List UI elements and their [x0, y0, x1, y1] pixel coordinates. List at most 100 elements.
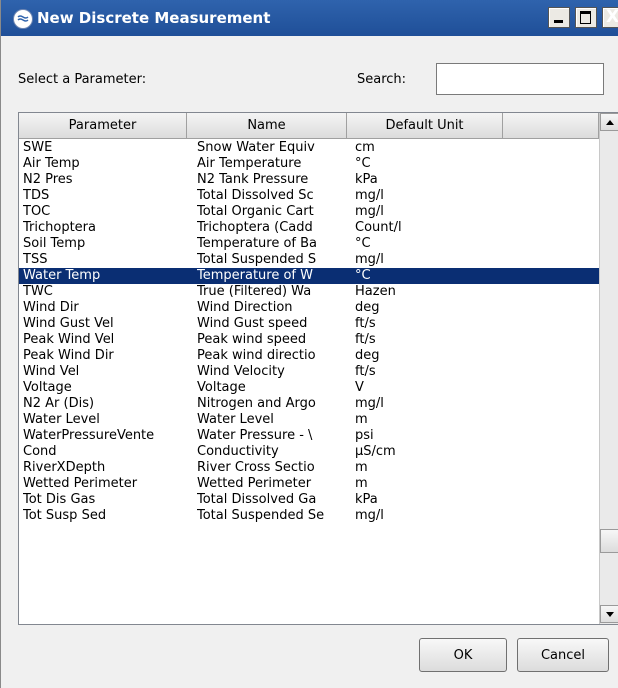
cell-default-unit: mg/l — [355, 188, 384, 203]
cell-name: River Cross Sectio — [197, 460, 315, 475]
table-row[interactable]: Soil Temp Temperature of Ba °C — [19, 236, 599, 252]
cell-name: Total Organic Cart — [197, 204, 314, 219]
cell-parameter: Water Temp — [23, 268, 101, 283]
cell-default-unit: ft/s — [355, 316, 376, 331]
cell-name: Wetted Perimeter — [197, 476, 312, 491]
cell-name: Trichoptera (Cadd — [197, 220, 313, 235]
table-row[interactable]: Water Temp Temperature of W °C — [19, 268, 599, 284]
window-title: New Discrete Measurement — [37, 9, 271, 27]
table-row[interactable]: Air Temp Air Temperature °C — [19, 156, 599, 172]
cell-name: Air Temperature — [197, 156, 302, 171]
cell-name: Wind Gust speed — [197, 316, 308, 331]
cell-default-unit: deg — [355, 348, 380, 363]
grid-header: Parameter Name Default Unit — [19, 113, 599, 139]
cell-parameter: Tot Dis Gas — [23, 492, 96, 507]
scroll-down-button[interactable] — [600, 605, 618, 623]
cell-parameter: Wind Dir — [23, 300, 79, 315]
cell-default-unit: deg — [355, 300, 380, 315]
cell-default-unit: ft/s — [355, 332, 376, 347]
table-row[interactable]: Wind Dir Wind Direction deg — [19, 300, 599, 316]
close-button[interactable]: X — [602, 7, 618, 28]
cancel-button[interactable]: Cancel — [517, 638, 609, 672]
dialog-window: New Discrete Measurement X Select a Para… — [0, 0, 618, 688]
column-header-default-unit[interactable]: Default Unit — [347, 113, 503, 139]
cell-name: Voltage — [197, 380, 246, 395]
cell-default-unit: °C — [355, 156, 371, 171]
cell-parameter: Wind Vel — [23, 364, 80, 379]
table-row[interactable]: N2 Ar (Dis) Nitrogen and Argo mg/l — [19, 396, 599, 412]
table-row[interactable]: Tot Susp Sed Total Suspended Se mg/l — [19, 508, 599, 524]
cell-default-unit: °C — [355, 236, 371, 251]
cell-parameter: Peak Wind Vel — [23, 332, 115, 347]
table-row[interactable]: RiverXDepth River Cross Sectio m — [19, 460, 599, 476]
vertical-scrollbar[interactable] — [599, 113, 618, 624]
cell-parameter: N2 Pres — [23, 172, 73, 187]
table-row[interactable]: WaterPressureVente Water Pressure - \ psi — [19, 428, 599, 444]
cell-default-unit: V — [355, 380, 364, 395]
cell-name: Wind Direction — [197, 300, 293, 315]
cell-default-unit: mg/l — [355, 204, 384, 219]
column-header-parameter[interactable]: Parameter — [19, 113, 187, 139]
cell-default-unit: kPa — [355, 172, 378, 187]
table-row[interactable]: TOC Total Organic Cart mg/l — [19, 204, 599, 220]
table-row[interactable]: Voltage Voltage V — [19, 380, 599, 396]
cell-default-unit: mg/l — [355, 252, 384, 267]
title-bar[interactable]: New Discrete Measurement X — [1, 0, 618, 36]
table-row[interactable]: Peak Wind Vel Peak wind speed ft/s — [19, 332, 599, 348]
cell-name: Total Dissolved Ga — [197, 492, 317, 507]
table-row[interactable]: Trichoptera Trichoptera (Cadd Count/l — [19, 220, 599, 236]
table-row[interactable]: TSS Total Suspended S mg/l — [19, 252, 599, 268]
scroll-thumb[interactable] — [600, 529, 618, 553]
cell-parameter: Soil Temp — [23, 236, 86, 251]
maximize-button[interactable] — [575, 7, 597, 28]
column-header-name[interactable]: Name — [187, 113, 347, 139]
table-row[interactable]: SWE Snow Water Equiv cm — [19, 140, 599, 156]
cell-name: Temperature of W — [197, 268, 313, 283]
select-parameter-label: Select a Parameter: — [18, 72, 147, 87]
arrow-up-icon — [606, 120, 614, 125]
cell-default-unit: kPa — [355, 492, 378, 507]
cell-parameter: Cond — [23, 444, 57, 459]
search-input[interactable] — [436, 63, 604, 95]
cell-default-unit: cm — [355, 140, 375, 155]
cell-name: True (Filtered) Wa — [197, 284, 312, 299]
minimize-button[interactable] — [548, 7, 570, 28]
arrow-down-icon — [606, 612, 614, 617]
table-row[interactable]: Water Level Water Level m — [19, 412, 599, 428]
cell-parameter: TDS — [23, 188, 50, 203]
minimize-icon — [554, 20, 563, 23]
cell-name: Water Level — [197, 412, 274, 427]
table-row[interactable]: Peak Wind Dir Peak wind directio deg — [19, 348, 599, 364]
cell-default-unit: mg/l — [355, 508, 384, 523]
cell-parameter: Peak Wind Dir — [23, 348, 114, 363]
cell-default-unit: psi — [355, 428, 374, 443]
table-row[interactable]: Cond Conductivity µS/cm — [19, 444, 599, 460]
table-row[interactable]: N2 Pres N2 Tank Pressure kPa — [19, 172, 599, 188]
table-row[interactable]: TDS Total Dissolved Sc mg/l — [19, 188, 599, 204]
table-row[interactable]: TWC True (Filtered) Wa Hazen — [19, 284, 599, 300]
cell-default-unit: m — [355, 412, 368, 427]
table-row[interactable]: Wetted Perimeter Wetted Perimeter m — [19, 476, 599, 492]
cell-default-unit: Hazen — [355, 284, 396, 299]
cell-default-unit: m — [355, 476, 368, 491]
table-row[interactable]: Wind Gust Vel Wind Gust speed ft/s — [19, 316, 599, 332]
parameter-grid[interactable]: Parameter Name Default Unit SWE Snow Wate… — [18, 112, 618, 625]
cell-default-unit: m — [355, 460, 368, 475]
maximize-icon — [580, 11, 591, 24]
cell-name: Temperature of Ba — [197, 236, 318, 251]
cell-name: Total Dissolved Sc — [197, 188, 314, 203]
cell-name: Peak wind speed — [197, 332, 307, 347]
cell-parameter: Water Level — [23, 412, 100, 427]
water-gauge-icon — [13, 9, 33, 29]
cell-name: Wind Velocity — [197, 364, 285, 379]
cell-name: Nitrogen and Argo — [197, 396, 316, 411]
cell-parameter: Wetted Perimeter — [23, 476, 138, 491]
ok-button[interactable]: OK — [419, 638, 507, 672]
cell-parameter: WaterPressureVente — [23, 428, 155, 443]
cell-default-unit: °C — [355, 268, 371, 283]
table-row[interactable]: Wind Vel Wind Velocity ft/s — [19, 364, 599, 380]
table-row[interactable]: Tot Dis Gas Total Dissolved Ga kPa — [19, 492, 599, 508]
cell-parameter: N2 Ar (Dis) — [23, 396, 95, 411]
scroll-up-button[interactable] — [600, 113, 618, 131]
cell-parameter: Trichoptera — [23, 220, 96, 235]
